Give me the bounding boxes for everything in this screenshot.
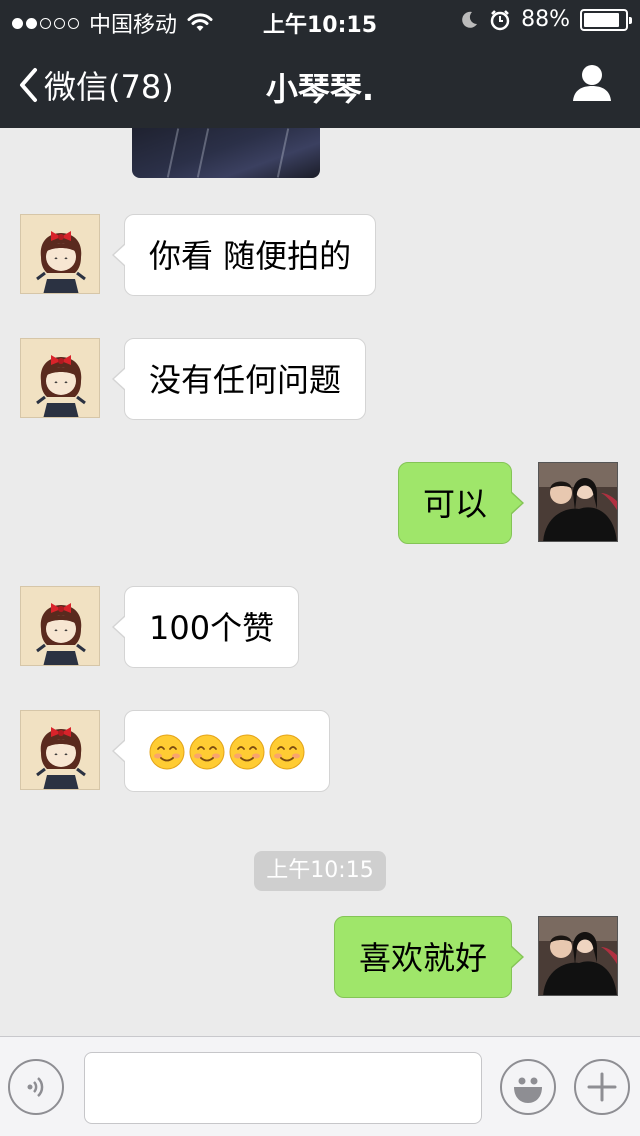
outgoing-message[interactable]: 可以 xyxy=(397,462,525,544)
person-icon xyxy=(573,65,611,101)
incoming-emoji-message[interactable] xyxy=(112,710,330,792)
message-input[interactable] xyxy=(84,1052,482,1124)
cartoon-girl-avatar-icon xyxy=(36,355,86,417)
navigation-bar: 微信(78) 小琴琴. xyxy=(0,40,640,128)
family-photo-avatar-icon xyxy=(539,463,617,541)
smiling-face-icon xyxy=(189,734,225,770)
incoming-message[interactable]: 没有任何问题 xyxy=(111,338,367,420)
more-actions-button[interactable] xyxy=(574,1059,630,1115)
cartoon-girl-avatar-icon xyxy=(36,231,86,293)
cartoon-girl-avatar-icon xyxy=(36,603,86,665)
voice-input-button[interactable] xyxy=(8,1059,64,1115)
battery-percent: 88% xyxy=(521,7,570,32)
top-bar: 中国移动 上午10:15 88% 微信(78) 小琴琴. xyxy=(0,0,640,128)
emoji-button[interactable] xyxy=(500,1059,556,1115)
moon-icon xyxy=(462,11,478,28)
my-avatar[interactable] xyxy=(538,462,618,542)
input-toolbar xyxy=(0,1036,640,1136)
incoming-message[interactable]: 你看 随便拍的 xyxy=(111,214,377,296)
incoming-message[interactable]: 100个赞 xyxy=(111,586,300,668)
status-bar: 中国移动 上午10:15 88% xyxy=(0,0,640,40)
contact-avatar[interactable] xyxy=(20,586,100,666)
cartoon-girl-avatar-icon xyxy=(36,727,86,789)
smiling-face-icon xyxy=(149,734,185,770)
alarm-icon xyxy=(490,9,510,30)
smiling-face-icon xyxy=(229,734,265,770)
contact-avatar[interactable] xyxy=(20,710,100,790)
image-message-partial[interactable] xyxy=(132,128,320,178)
contact-profile-button[interactable] xyxy=(572,64,612,106)
plus-icon xyxy=(587,1072,617,1102)
family-photo-avatar-icon xyxy=(539,917,617,995)
voice-icon xyxy=(27,1077,44,1097)
chat-screen: 中国移动 上午10:15 88% 微信(78) 小琴琴. 你看 随便拍的 没有任… xyxy=(0,0,640,1136)
outgoing-message[interactable]: 喜欢就好 xyxy=(333,916,525,998)
battery-icon xyxy=(580,8,632,31)
my-avatar[interactable] xyxy=(538,916,618,996)
chat-title: 小琴琴. xyxy=(265,70,375,108)
smiling-face-icon xyxy=(269,734,305,770)
message-timestamp: 上午10:15 xyxy=(254,851,386,891)
contact-avatar[interactable] xyxy=(20,214,100,294)
smiley-face-icon xyxy=(514,1077,542,1103)
contact-avatar[interactable] xyxy=(20,338,100,418)
